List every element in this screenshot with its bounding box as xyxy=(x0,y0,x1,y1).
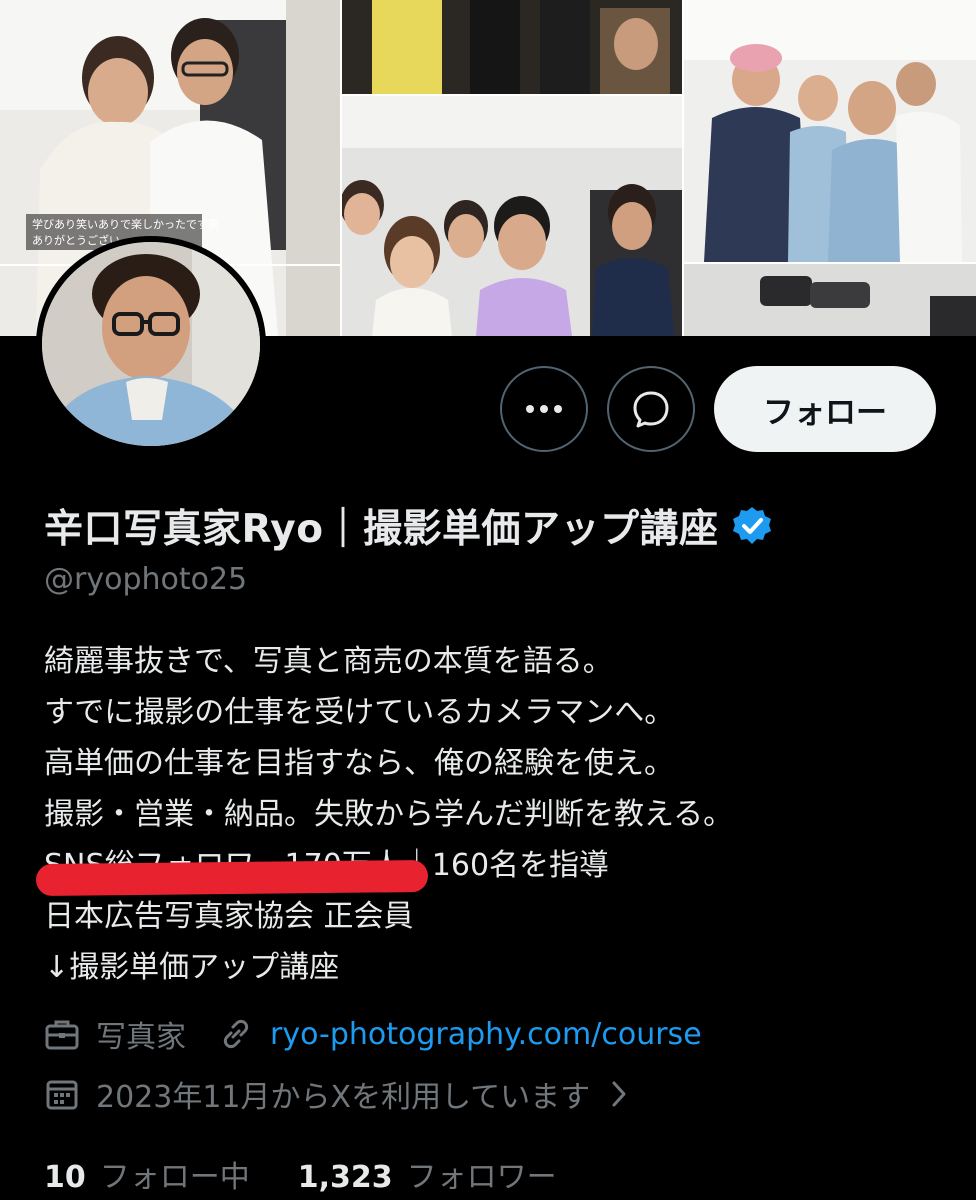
bio-line: 綺麗事抜きで、写真と商売の本質を語る。 xyxy=(44,644,613,679)
followers-count-link[interactable]: 1,323 フォロワー xyxy=(298,1152,557,1196)
following-count: 10 xyxy=(44,1160,86,1195)
more-options-button[interactable] xyxy=(500,366,588,452)
avatar[interactable] xyxy=(36,236,266,452)
followers-count: 1,323 xyxy=(297,1160,393,1195)
bio-line: 撮影・営業・納品。失敗から学んだ判断を教える。 xyxy=(44,797,734,832)
message-button[interactable] xyxy=(607,366,695,452)
verified-badge-icon[interactable] xyxy=(731,505,773,547)
handle: @ryophoto25 xyxy=(44,562,248,597)
bio-line: 高単価の仕事を目指すなら、俺の経験を使え。 xyxy=(44,746,674,781)
red-redaction-mark xyxy=(35,859,429,897)
link-icon xyxy=(223,1019,249,1049)
bio-line: ↓撮影単価アップ講座 xyxy=(44,950,340,985)
bio-line: 日本広告写真家協会 正会員 xyxy=(44,899,414,934)
briefcase-icon xyxy=(45,1020,79,1050)
chevron-right-icon xyxy=(612,1081,626,1107)
more-horizontal-icon xyxy=(526,405,562,413)
banner-caption-line-1: 学びあり笑いありで楽しかったです笑 xyxy=(32,217,219,231)
followers-label: フォロワー xyxy=(406,1160,557,1195)
display-name: 辛口写真家Ryo｜撮影単価アップ講座 xyxy=(44,507,719,552)
following-label: フォロー中 xyxy=(99,1160,250,1195)
following-count-link[interactable]: 10 フォロー中 xyxy=(44,1152,250,1196)
profile-meta-row: 写真家 ryo-photography.com/course xyxy=(44,1012,702,1056)
profession-label: 写真家 xyxy=(96,1020,186,1055)
website-link[interactable]: ryo-photography.com/course xyxy=(218,1016,702,1052)
bio-line: すでに撮影の仕事を受けているカメラマンへ。 xyxy=(44,695,675,730)
avatar-photo xyxy=(42,242,260,446)
bio: 綺麗事抜きで、写真と商売の本質を語る。 すでに撮影の仕事を受けているカメラマンへ… xyxy=(44,636,733,993)
follow-counts: 10 フォロー中 1,323 フォロワー xyxy=(44,1152,557,1196)
website-link-text[interactable]: ryo-photography.com/course xyxy=(270,1017,702,1052)
joined-date-text: 2023年11月からXを利用しています xyxy=(96,1080,591,1115)
message-bubble-icon xyxy=(633,391,669,428)
calendar-icon xyxy=(46,1080,78,1110)
display-name-row: 辛口写真家Ryo｜撮影単価アップ講座 xyxy=(44,498,773,554)
follow-button[interactable]: フォロー xyxy=(714,366,936,452)
joined-date-row[interactable]: 2023年11月からXを利用しています xyxy=(44,1072,630,1116)
